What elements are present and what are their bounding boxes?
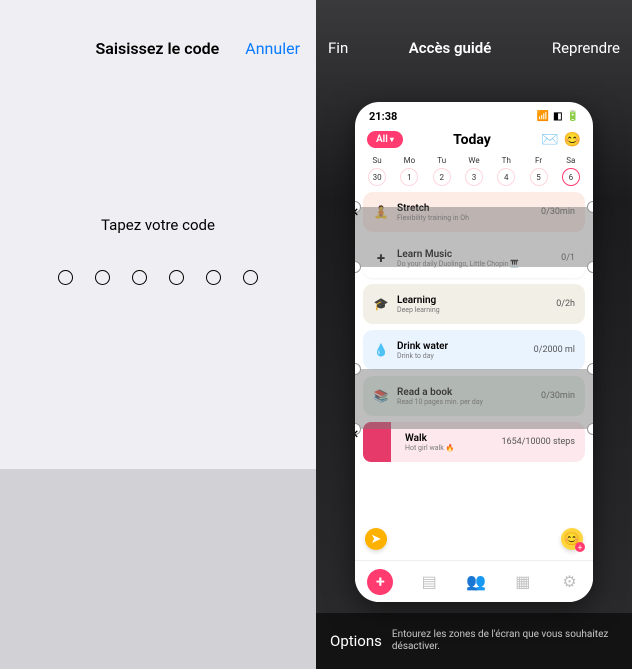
signal-icon: 📶: [537, 111, 549, 122]
guided-access-title: Accès guidé: [409, 39, 492, 57]
zone-handle[interactable]: [587, 261, 593, 273]
location-fab[interactable]: ➤: [365, 528, 387, 550]
day-mo[interactable]: Mo1: [397, 156, 421, 186]
passcode-prompt: Tapez votre code: [101, 216, 215, 234]
end-button[interactable]: Fin: [328, 39, 348, 57]
passcode-dot: [243, 270, 258, 285]
settings-tab-icon[interactable]: ⚙: [559, 571, 581, 593]
passcode-dot: [58, 270, 73, 285]
keypad-area[interactable]: [0, 469, 316, 669]
guided-access-header: Fin Accès guidé Reprendre: [316, 0, 632, 96]
footer-hint: Entourez les zones de l'écran que vous s…: [392, 629, 618, 654]
disabled-zone[interactable]: ×: [355, 369, 593, 429]
zone-handle[interactable]: [587, 201, 593, 213]
passcode-dot: [95, 270, 110, 285]
day-we[interactable]: We3: [462, 156, 486, 186]
passcode-header: Saisissez le code Annuler: [0, 0, 316, 96]
card-drink-water[interactable]: 💧 Drink waterDrink to day 0/2000 ml: [363, 330, 585, 370]
guided-access-panel: Fin Accès guidé Reprendre 21:38 📶 ◧ 🔋 Al…: [316, 0, 632, 669]
filter-all-chip[interactable]: All: [367, 131, 403, 148]
status-time: 21:38: [369, 110, 397, 123]
day-fr[interactable]: Fr5: [527, 156, 551, 186]
social-tab-icon[interactable]: 👥: [465, 571, 487, 593]
day-th[interactable]: Th4: [494, 156, 518, 186]
passcode-dot: [132, 270, 147, 285]
app-preview[interactable]: 21:38 📶 ◧ 🔋 All Today ✉️ 😊 Su30 Mo1 Tu2 …: [355, 102, 593, 602]
stats-tab-icon[interactable]: ▦: [512, 571, 534, 593]
mood-fab[interactable]: 😊: [561, 528, 583, 550]
passcode-dot: [206, 270, 221, 285]
emoji-icon[interactable]: 😊: [564, 132, 581, 148]
day-tu[interactable]: Tu2: [430, 156, 454, 186]
wifi-icon: ◧: [553, 111, 562, 122]
mail-icon[interactable]: ✉️: [541, 132, 558, 148]
graduation-icon: 🎓: [373, 296, 389, 312]
today-tab-icon[interactable]: ▤: [418, 571, 440, 593]
tab-bar: + ▤ 👥 ▦ ⚙: [355, 560, 593, 602]
app-header: All Today ✉️ 😊: [355, 127, 593, 154]
water-icon: 💧: [373, 342, 389, 358]
app-title-today: Today: [453, 132, 491, 148]
status-bar: 21:38 📶 ◧ 🔋: [355, 102, 593, 127]
passcode-dots: [58, 270, 258, 285]
week-row: Su30 Mo1 Tu2 We3 Th4 Fr5 Sa6: [355, 154, 593, 192]
disabled-zone[interactable]: ×: [355, 207, 593, 267]
day-sa[interactable]: Sa6: [559, 156, 583, 186]
status-icons: 📶 ◧ 🔋: [537, 111, 579, 122]
passcode-panel: Saisissez le code Annuler Tapez votre co…: [0, 0, 316, 669]
passcode-title: Saisissez le code: [95, 39, 219, 58]
resume-button[interactable]: Reprendre: [552, 39, 620, 57]
options-button[interactable]: Options: [330, 632, 382, 650]
zone-handle[interactable]: [587, 423, 593, 435]
guided-access-footer: Options Entourez les zones de l'écran qu…: [316, 613, 632, 669]
card-learning[interactable]: 🎓 LearningDeep learning 0/2h: [363, 284, 585, 324]
zone-handle[interactable]: [587, 363, 593, 375]
header-icons: ✉️ 😊: [541, 132, 581, 148]
passcode-body: Tapez votre code: [0, 96, 316, 469]
day-su[interactable]: Su30: [365, 156, 389, 186]
passcode-dot: [169, 270, 184, 285]
battery-icon: 🔋: [567, 111, 579, 122]
cancel-button[interactable]: Annuler: [245, 39, 300, 58]
add-fab[interactable]: +: [367, 569, 393, 595]
